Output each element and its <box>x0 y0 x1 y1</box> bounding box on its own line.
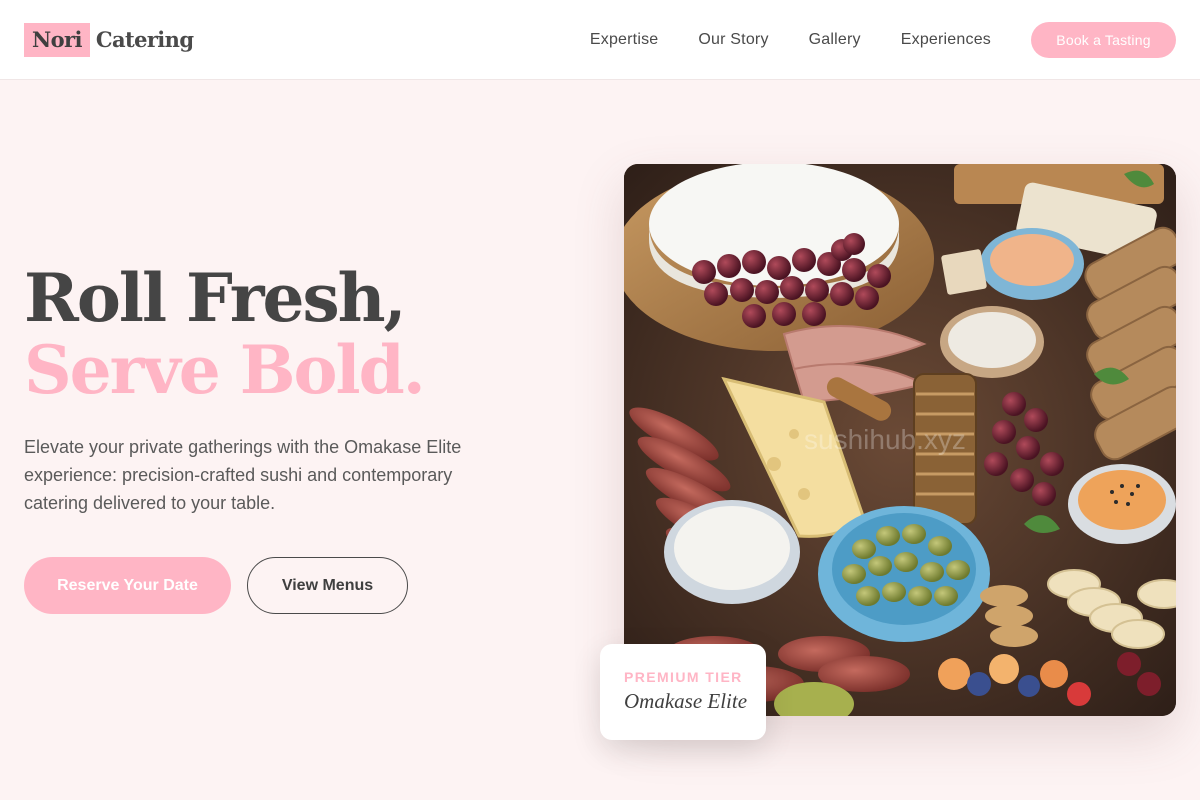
site-header: Nori Catering Expertise Our Story Galler… <box>0 0 1200 80</box>
view-menus-button[interactable]: View Menus <box>247 557 408 614</box>
nav-link-gallery[interactable]: Gallery <box>809 31 861 49</box>
book-tasting-button[interactable]: Book a Tasting <box>1031 22 1176 58</box>
tier-name: Omakase Elite <box>624 689 748 713</box>
hero-subtitle: Elevate your private gatherings with the… <box>24 437 462 513</box>
nav-link-experiences[interactable]: Experiences <box>901 31 991 49</box>
hero-title: Roll Fresh, Serve Bold. <box>24 259 426 409</box>
nav-link-our-story[interactable]: Our Story <box>698 31 768 49</box>
hero-title-line-1: Roll Fresh, <box>24 259 407 337</box>
tier-label: PREMIUM TIER <box>624 669 743 685</box>
logo-word-text: Catering <box>95 27 194 52</box>
logo-box-text: Nori <box>24 23 90 57</box>
hero-title-line-2: Serve Bold. <box>24 331 426 409</box>
premium-tier-card: PREMIUM TIER Omakase Elite <box>600 644 766 740</box>
reserve-date-button[interactable]: Reserve Your Date <box>24 557 231 614</box>
charcuterie-board-image: sushihub.xyz <box>624 164 1176 716</box>
main-nav: Expertise Our Story Gallery Experiences … <box>590 0 1176 80</box>
nav-link-expertise[interactable]: Expertise <box>590 31 659 49</box>
logo[interactable]: Nori Catering <box>24 23 194 57</box>
image-watermark: sushihub.xyz <box>804 424 966 455</box>
